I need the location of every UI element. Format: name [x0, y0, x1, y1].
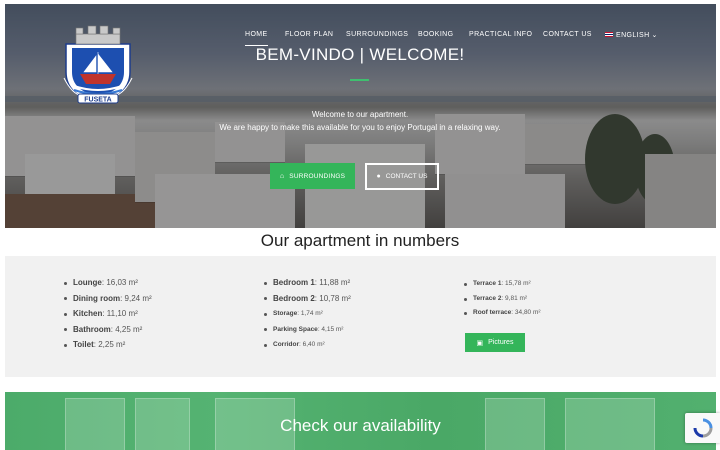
nav-booking[interactable]: BOOKING	[418, 31, 453, 38]
list-item: Bedroom 1: 11,88 m²	[264, 275, 351, 291]
hero-welcome-text: Welcome to our apartment.	[311, 110, 409, 119]
list-item: Storage: 1,74 m²	[264, 306, 351, 322]
list-item: Lounge: 16,03 m²	[64, 275, 152, 291]
list-item: Kitchen: 11,10 m²	[64, 306, 152, 322]
recaptcha-icon	[693, 418, 712, 438]
hero-description: We are happy to make this available for …	[219, 123, 501, 132]
camera-icon: ▣	[476, 339, 484, 347]
recaptcha-badge[interactable]	[685, 413, 720, 443]
nav-home[interactable]: HOME	[245, 31, 268, 46]
list-item: Corridor: 6,40 m²	[264, 337, 351, 353]
user-icon: ●	[376, 173, 381, 180]
nav-surroundings[interactable]: SURROUNDINGS	[346, 31, 408, 38]
rooms-list-1: Lounge: 16,03 m² Dining room: 9,24 m² Ki…	[64, 275, 152, 353]
title-divider	[350, 79, 369, 81]
list-item: Parking Space: 4,15 m²	[264, 322, 351, 338]
list-item: Toilet: 2,25 m²	[64, 337, 152, 353]
logo-text: FUSETA	[84, 97, 111, 104]
contact-us-button[interactable]: ● CONTACT US	[365, 163, 439, 190]
pictures-button-label: Pictures	[488, 339, 514, 346]
rooms-list-2: Bedroom 1: 11,88 m² Bedroom 2: 10,78 m² …	[264, 275, 351, 353]
chevron-down-icon: ⌄	[651, 32, 658, 39]
list-item: Bedroom 2: 10,78 m²	[264, 291, 351, 307]
numbers-section-title: Our apartment in numbers	[260, 231, 460, 250]
list-item: Terrace 2: 9,81 m²	[464, 292, 541, 307]
list-item: Dining room: 9,24 m²	[64, 291, 152, 307]
list-item: Roof terrace: 34,80 m²	[464, 306, 541, 321]
availability-banner: Check our availability	[5, 392, 716, 450]
outdoor-list: Terrace 1: 15,78 m² Terrace 2: 9,81 m² R…	[464, 277, 541, 321]
hero-title: BEM-VINDO | WELCOME!	[255, 45, 465, 64]
numbers-section: Lounge: 16,03 m² Dining room: 9,24 m² Ki…	[5, 256, 716, 377]
availability-title: Check our availability	[280, 416, 441, 435]
pictures-button[interactable]: ▣ Pictures	[465, 333, 525, 352]
list-item: Terrace 1: 15,78 m²	[464, 277, 541, 292]
nav-practical-info[interactable]: PRACTICAL INFO	[469, 31, 532, 38]
surroundings-button-label: SURROUNDINGS	[289, 172, 346, 180]
nav-contact-us[interactable]: CONTACT US	[543, 31, 592, 38]
list-item: Bathroom: 4,25 m²	[64, 322, 152, 338]
home-icon: ⌂	[279, 172, 285, 180]
surroundings-button[interactable]: ⌂ SURROUNDINGS	[270, 163, 355, 189]
nav-floor-plan[interactable]: FLOOR PLAN	[285, 31, 333, 38]
language-label: ENGLISH	[616, 32, 650, 39]
main-navigation: HOME FLOOR PLAN SURROUNDINGS BOOKING PRA…	[0, 31, 720, 46]
contact-us-button-label: CONTACT US	[385, 173, 428, 180]
uk-flag-icon	[605, 32, 613, 37]
language-selector[interactable]: ENGLISH ⌄	[605, 31, 658, 39]
